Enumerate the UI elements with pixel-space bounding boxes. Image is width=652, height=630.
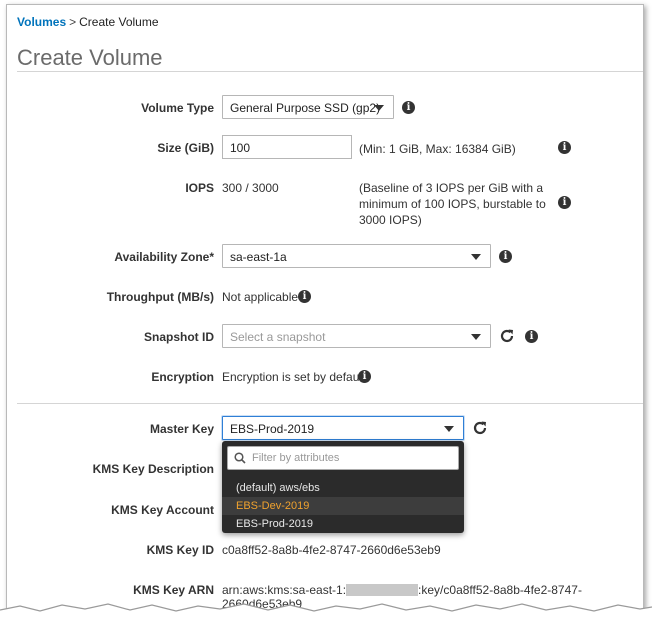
- throughput-label: Throughput (MB/s): [106, 290, 214, 304]
- size-input[interactable]: 100: [222, 135, 352, 159]
- filter-input[interactable]: Filter by attributes: [227, 446, 459, 470]
- redacted-account-id: [346, 584, 419, 596]
- volume-type-select[interactable]: General Purpose SSD (gp2): [222, 95, 394, 119]
- info-icon[interactable]: i: [525, 330, 538, 343]
- info-icon[interactable]: i: [358, 370, 371, 383]
- info-icon[interactable]: i: [558, 196, 571, 209]
- snapshot-id-label: Snapshot ID: [143, 330, 214, 344]
- kms-key-id-value: c0a8ff52-8a8b-4fe2-8747-2660d6e53eb9: [222, 543, 441, 557]
- page-title: Create Volume: [17, 45, 163, 70]
- info-icon[interactable]: i: [499, 250, 512, 263]
- kms-key-id-label: KMS Key ID: [146, 543, 214, 557]
- snapshot-id-select[interactable]: Select a snapshot: [222, 324, 491, 348]
- encryption-divider: [17, 403, 643, 404]
- size-value: 100: [230, 141, 251, 155]
- info-icon[interactable]: i: [402, 101, 415, 114]
- size-hint: (Min: 1 GiB, Max: 16384 GiB): [359, 142, 516, 156]
- title-divider: [17, 71, 643, 72]
- availability-zone-select[interactable]: sa-east-1a: [222, 244, 491, 268]
- dropdown-option-default-aws-ebs[interactable]: (default) aws/ebs: [222, 479, 464, 497]
- volume-type-label: Volume Type: [141, 101, 214, 115]
- breadcrumb-volumes-link[interactable]: Volumes: [17, 15, 66, 29]
- availability-zone-label: Availability Zone*: [114, 250, 214, 264]
- iops-hint-line-3: 3000 IOPS): [359, 213, 422, 227]
- master-key-value: EBS-Prod-2019: [230, 422, 315, 436]
- kms-key-arn-prefix: arn:aws:kms:sa-east-1:: [222, 583, 347, 597]
- breadcrumb-separator: >: [69, 15, 77, 29]
- dropdown-option-ebs-prod-2019[interactable]: EBS-Prod-2019: [222, 515, 464, 533]
- caret-down-icon: [374, 105, 384, 111]
- master-key-select[interactable]: EBS-Prod-2019: [222, 416, 464, 440]
- volume-type-value: General Purpose SSD (gp2): [230, 101, 381, 115]
- kms-key-account-label: KMS Key Account: [111, 503, 214, 517]
- master-key-label: Master Key: [149, 422, 214, 436]
- encryption-label: Encryption: [151, 370, 214, 384]
- caret-down-icon: [471, 254, 481, 260]
- breadcrumb: Volumes > Create Volume: [17, 15, 159, 29]
- size-label: Size (GiB): [157, 141, 214, 155]
- filter-placeholder: Filter by attributes: [252, 452, 340, 464]
- master-key-dropdown-menu: Filter by attributes (default) aws/ebs E…: [222, 441, 464, 533]
- refresh-icon[interactable]: [472, 420, 488, 436]
- caret-down-icon: [471, 334, 481, 340]
- torn-edge-decoration: [0, 603, 652, 630]
- create-volume-panel: Volumes > Create Volume Create Volume Volu…: [6, 4, 644, 620]
- kms-key-arn-label: KMS Key ARN: [133, 583, 214, 597]
- encryption-value: Encryption is set by default: [222, 370, 366, 384]
- info-icon[interactable]: i: [298, 290, 311, 303]
- breadcrumb-current: Create Volume: [79, 15, 159, 29]
- info-icon[interactable]: i: [558, 141, 571, 154]
- caret-down-icon: [444, 426, 454, 432]
- iops-label: IOPS: [185, 181, 214, 195]
- kms-key-description-label: KMS Key Description: [92, 462, 214, 476]
- dropdown-option-ebs-dev-2019[interactable]: EBS-Dev-2019: [222, 497, 464, 515]
- iops-value: 300 / 3000: [222, 181, 279, 195]
- iops-hint-line-1: (Baseline of 3 IOPS per GiB with a: [359, 181, 544, 195]
- iops-hint-line-2: minimum of 100 IOPS, burstable to: [359, 197, 546, 211]
- availability-zone-value: sa-east-1a: [230, 250, 287, 264]
- search-icon: [234, 452, 246, 464]
- refresh-icon[interactable]: [499, 328, 515, 344]
- throughput-value: Not applicable: [222, 290, 299, 304]
- snapshot-id-placeholder: Select a snapshot: [230, 330, 326, 344]
